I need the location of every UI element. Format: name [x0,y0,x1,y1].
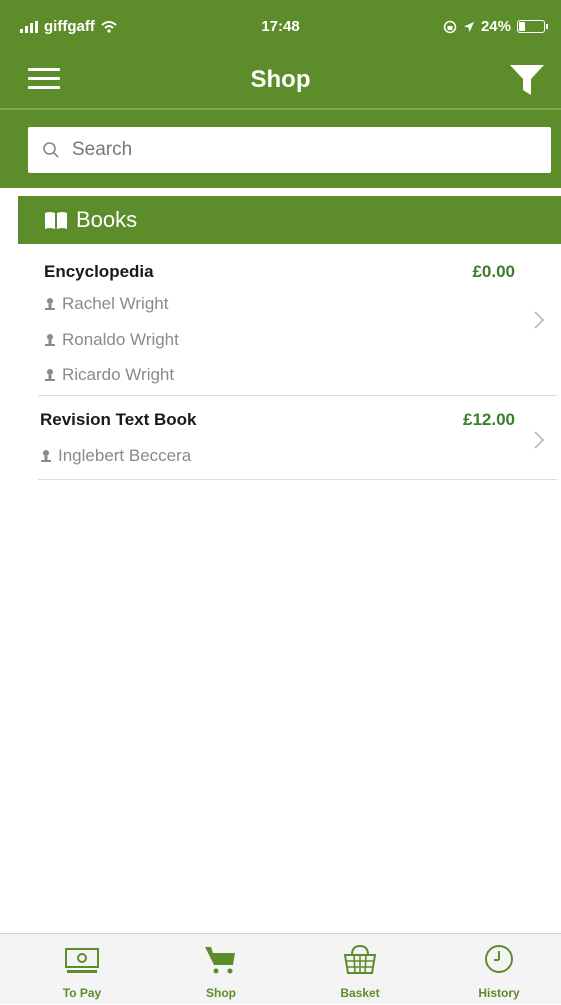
item-title: Revision Text Book [40,410,197,429]
location-icon [463,21,474,32]
cart-icon [205,947,235,974]
open-book-icon [45,212,67,229]
list-item-revision-text-book[interactable]: Revision Text Book £12.00 Inglebert Becc… [38,396,557,480]
battery-fill [519,22,526,31]
page-title: Shop [250,66,311,93]
search-bar[interactable] [28,127,551,173]
banknote-icon [65,948,99,973]
status-bar: giffgaff 17:48 24% [0,0,561,52]
person-icon [45,369,55,381]
author-row: Rachel Wright [44,294,168,314]
orientation-lock-icon [443,20,457,33]
section-title: Books [76,207,138,232]
item-title: Encyclopedia [44,262,154,281]
chevron-right-icon [534,311,545,329]
battery-icon [517,20,548,33]
tab-label: Basket [340,986,380,1000]
search-input[interactable] [70,138,514,162]
item-price: £0.00 [472,262,515,281]
item-price: £12.00 [463,410,515,429]
tab-bar: To Pay Shop Basket History [0,933,561,1004]
tab-label: To Pay [62,986,102,1000]
clock-icon [485,945,513,973]
nav-divider [0,108,561,110]
author-row: Ronaldo Wright [44,330,179,350]
header-area: giffgaff 17:48 24% Shop [0,0,561,188]
tab-label: History [478,986,520,1000]
tab-basket[interactable]: Basket [300,934,420,1005]
section-header-books: Books [18,196,561,244]
person-icon [45,298,55,310]
person-icon [41,450,51,462]
filter-funnel-icon[interactable] [507,62,547,98]
basket-icon [343,944,377,974]
tab-label: Shop [206,986,236,1000]
chevron-right-icon [534,431,545,449]
tab-history[interactable]: History [439,934,559,1005]
author-name: Inglebert Beccera [58,446,192,465]
battery-percent: 24% [480,18,511,35]
search-icon [43,142,59,158]
tab-to-pay[interactable]: To Pay [22,934,142,1005]
list-item-encyclopedia[interactable]: Encyclopedia £0.00 Rachel Wright Ronaldo… [38,248,557,396]
nav-bar: Shop [0,52,561,108]
person-icon [45,334,55,346]
author-name: Rachel Wright [62,294,169,313]
author-name: Ronaldo Wright [62,330,179,349]
author-name: Ricardo Wright [62,365,175,384]
status-right: 24% [443,18,548,35]
author-row: Ricardo Wright [44,365,174,385]
tab-shop[interactable]: Shop [161,934,281,1005]
author-row: Inglebert Beccera [40,446,191,466]
